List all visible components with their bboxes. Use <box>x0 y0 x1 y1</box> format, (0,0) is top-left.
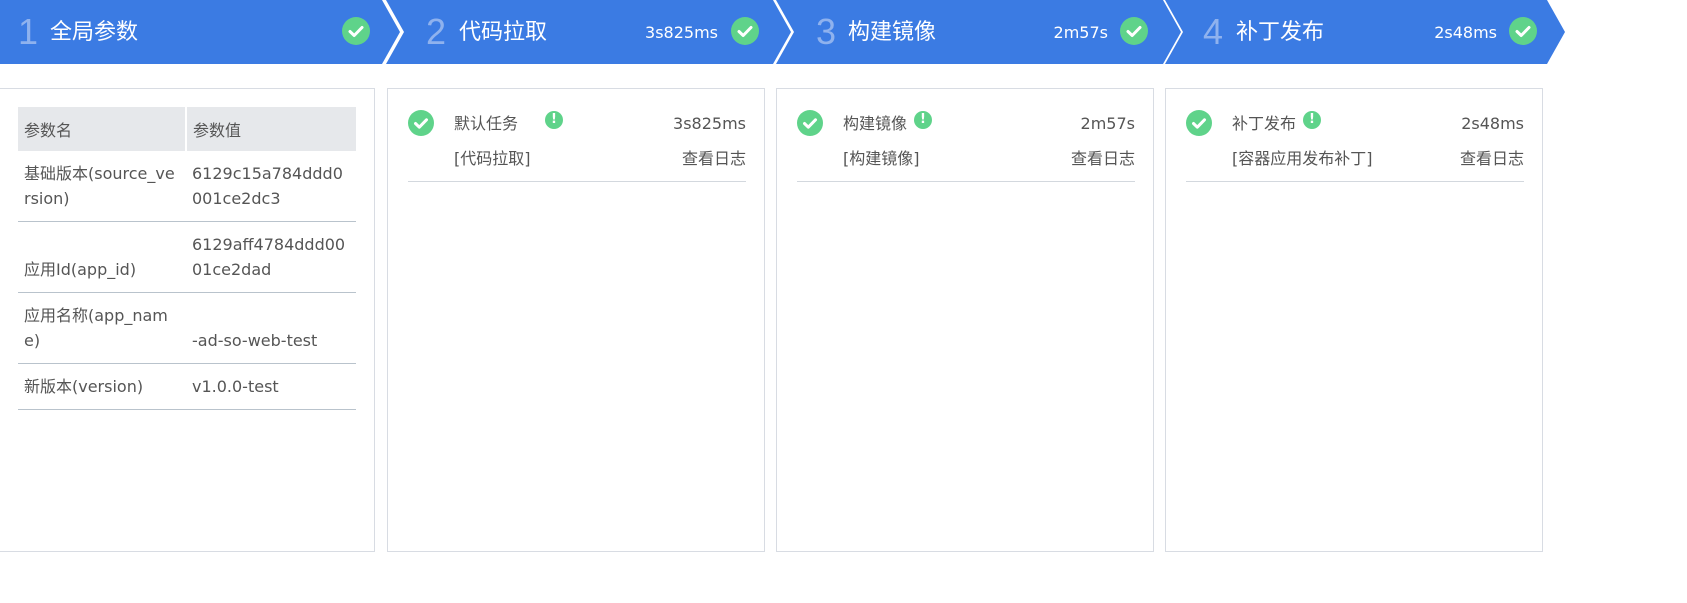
view-log-link[interactable]: 查看日志 <box>1460 148 1524 170</box>
param-value: v1.0.0-test <box>186 363 356 410</box>
params-table-header: 参数名 参数值 <box>18 107 356 151</box>
check-circle-icon <box>1120 17 1148 45</box>
stage-number: 4 <box>1203 11 1224 52</box>
stage-number: 2 <box>426 11 447 52</box>
stage-global-params[interactable]: 1 全局参数 <box>0 0 400 64</box>
stage-title: 全局参数 <box>50 20 139 45</box>
params-table: 参数名 参数值 基础版本(source_version) 6129c15a784… <box>18 107 356 410</box>
stage-number: 3 <box>816 11 837 52</box>
check-circle-icon <box>1509 17 1537 45</box>
task-row: 构建镜像 ! 2m57s [构建镜像] 查看日志 <box>797 107 1135 182</box>
table-row: 应用名称(app_name) -ad-so-web-test <box>18 292 356 364</box>
info-icon[interactable]: ! <box>545 111 563 129</box>
check-circle-icon <box>1186 110 1212 136</box>
stage-number: 1 <box>18 11 39 52</box>
info-icon[interactable]: ! <box>1303 111 1321 129</box>
info-icon[interactable]: ! <box>914 111 932 129</box>
param-value-header: 参数值 <box>185 107 356 151</box>
stage-duration: 3s825ms <box>645 23 718 42</box>
check-circle-icon <box>731 17 759 45</box>
stage-title: 构建镜像 <box>848 20 937 45</box>
stage-build-image[interactable]: 3 构建镜像 2m57s <box>776 0 1181 64</box>
code-pull-panel: 默认任务 ! 3s825ms [代码拉取] 查看日志 <box>387 88 765 552</box>
param-value: -ad-so-web-test <box>186 292 356 364</box>
stage-title: 代码拉取 <box>459 20 548 45</box>
stage-patch-release[interactable]: 4 补丁发布 2s48ms <box>1165 0 1565 64</box>
task-name: 默认任务 <box>454 114 519 133</box>
stage-code-pull[interactable]: 2 代码拉取 3s825ms <box>386 0 791 64</box>
patch-release-panel: 补丁发布 ! 2s48ms [容器应用发布补丁] 查看日志 <box>1165 88 1543 552</box>
stage-duration: 2m57s <box>1053 23 1108 42</box>
task-subtitle: [代码拉取] <box>454 149 531 168</box>
task-duration: 2s48ms <box>1461 114 1524 133</box>
task-subtitle: [容器应用发布补丁] <box>1232 149 1373 168</box>
check-circle-icon <box>797 110 823 136</box>
table-row: 应用Id(app_id) 6129aff4784ddd0001ce2dad <box>18 221 356 293</box>
param-name: 应用Id(app_id) <box>18 221 186 293</box>
param-value: 6129aff4784ddd0001ce2dad <box>186 221 356 293</box>
param-value: 6129c15a784ddd0001ce2dc3 <box>186 151 356 222</box>
task-name: 补丁发布 <box>1232 114 1297 133</box>
task-row: 默认任务 ! 3s825ms [代码拉取] 查看日志 <box>408 107 746 182</box>
table-row: 基础版本(source_version) 6129c15a784ddd0001c… <box>18 151 356 222</box>
view-log-link[interactable]: 查看日志 <box>682 148 746 170</box>
check-circle-icon <box>342 17 370 45</box>
table-row: 新版本(version) v1.0.0-test <box>18 363 356 410</box>
param-name: 新版本(version) <box>18 363 186 410</box>
global-params-panel: 参数名 参数值 基础版本(source_version) 6129c15a784… <box>0 88 375 552</box>
task-duration: 3s825ms <box>673 114 746 133</box>
task-row: 补丁发布 ! 2s48ms [容器应用发布补丁] 查看日志 <box>1186 107 1524 182</box>
param-name-header: 参数名 <box>18 107 186 151</box>
stage-title: 补丁发布 <box>1236 20 1325 45</box>
check-circle-icon <box>408 110 434 136</box>
stage-duration: 2s48ms <box>1434 23 1497 42</box>
param-name: 基础版本(source_version) <box>18 151 186 222</box>
build-image-panel: 构建镜像 ! 2m57s [构建镜像] 查看日志 <box>776 88 1154 552</box>
task-subtitle: [构建镜像] <box>843 149 920 168</box>
task-name: 构建镜像 <box>843 114 908 133</box>
view-log-link[interactable]: 查看日志 <box>1071 148 1135 170</box>
task-duration: 2m57s <box>1080 114 1135 133</box>
param-name: 应用名称(app_name) <box>18 292 186 364</box>
